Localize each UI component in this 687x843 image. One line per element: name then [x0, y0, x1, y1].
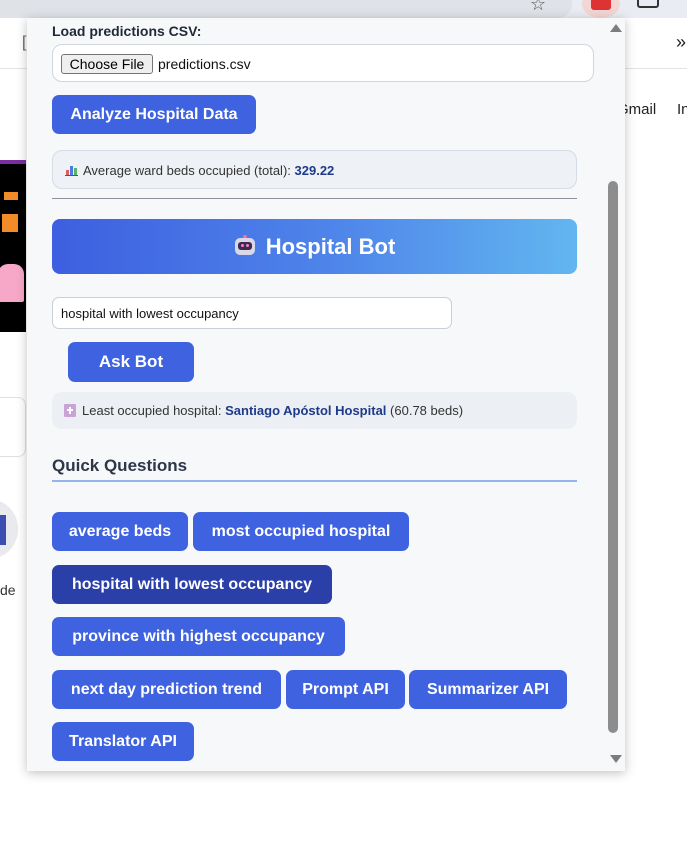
quick-question-province-highest[interactable]: province with highest occupancy [52, 617, 345, 656]
quick-question-lowest-occupancy[interactable]: hospital with lowest occupancy [52, 565, 332, 604]
hospital-icon [64, 404, 76, 417]
quick-question-translator-api[interactable]: Translator API [52, 722, 194, 761]
analysis-text: Average ward beds occupied (total): [83, 163, 291, 178]
answer-suffix: (60.78 beds) [390, 403, 464, 418]
robot-icon [234, 235, 256, 257]
close-icon[interactable]: » [676, 32, 686, 53]
quick-question-most-occupied[interactable]: most occupied hospital [193, 512, 409, 551]
bar-chart-icon [65, 165, 78, 176]
section-divider [52, 198, 577, 199]
shortcut-label: de [0, 582, 16, 598]
background-card[interactable] [0, 397, 26, 457]
bot-title: Hospital Bot [265, 234, 396, 259]
doodle-block [4, 192, 18, 200]
scroll-up-arrow-icon[interactable] [610, 24, 622, 32]
ask-bot-button[interactable]: Ask Bot [68, 342, 194, 382]
answer-hospital: Santiago Apóstol Hospital [225, 403, 387, 418]
csv-label: Load predictions CSV: [52, 23, 202, 39]
popup-content: Load predictions CSV: Choose File predic… [27, 18, 605, 771]
scrollbar-thumb[interactable] [608, 181, 618, 733]
bot-answer: Least occupied hospital: Santiago Apósto… [52, 392, 577, 429]
analyze-button[interactable]: Analyze Hospital Data [52, 95, 256, 134]
quick-question-prompt-api[interactable]: Prompt API [286, 670, 405, 709]
selected-file-name: predictions.csv [158, 56, 251, 72]
file-input-box[interactable]: Choose File predictions.csv [52, 44, 594, 82]
bot-header: Hospital Bot [52, 219, 577, 274]
popup-scrollbar[interactable] [605, 18, 625, 771]
doodle-block [2, 214, 18, 232]
page-bracket-icon: [ [22, 34, 27, 51]
bookmark-star-icon[interactable]: ☆ [530, 0, 546, 15]
answer-prefix: Least occupied hospital: [82, 403, 222, 418]
quick-question-summarizer-api[interactable]: Summarizer API [409, 670, 567, 709]
shortcut-icon [0, 515, 6, 545]
quick-questions-title: Quick Questions [52, 456, 188, 475]
analysis-result: Average ward beds occupied (total): 329.… [52, 150, 577, 189]
address-bar[interactable] [0, 0, 572, 18]
quick-questions-underline [52, 480, 577, 482]
bot-query-input[interactable] [52, 297, 452, 329]
ghost-icon [0, 264, 24, 302]
tab-search-icon[interactable] [637, 0, 659, 8]
quick-question-average-beds[interactable]: average beds [52, 512, 188, 551]
analysis-value: 329.22 [294, 163, 335, 178]
choose-file-button[interactable]: Choose File [61, 54, 153, 74]
extension-popup: Load predictions CSV: Choose File predic… [27, 18, 625, 771]
extension-icon [591, 0, 611, 10]
images-link[interactable]: In [677, 101, 687, 118]
scroll-down-arrow-icon[interactable] [610, 755, 622, 763]
quick-question-prediction-trend[interactable]: next day prediction trend [52, 670, 281, 709]
doodle-image[interactable] [0, 160, 26, 332]
